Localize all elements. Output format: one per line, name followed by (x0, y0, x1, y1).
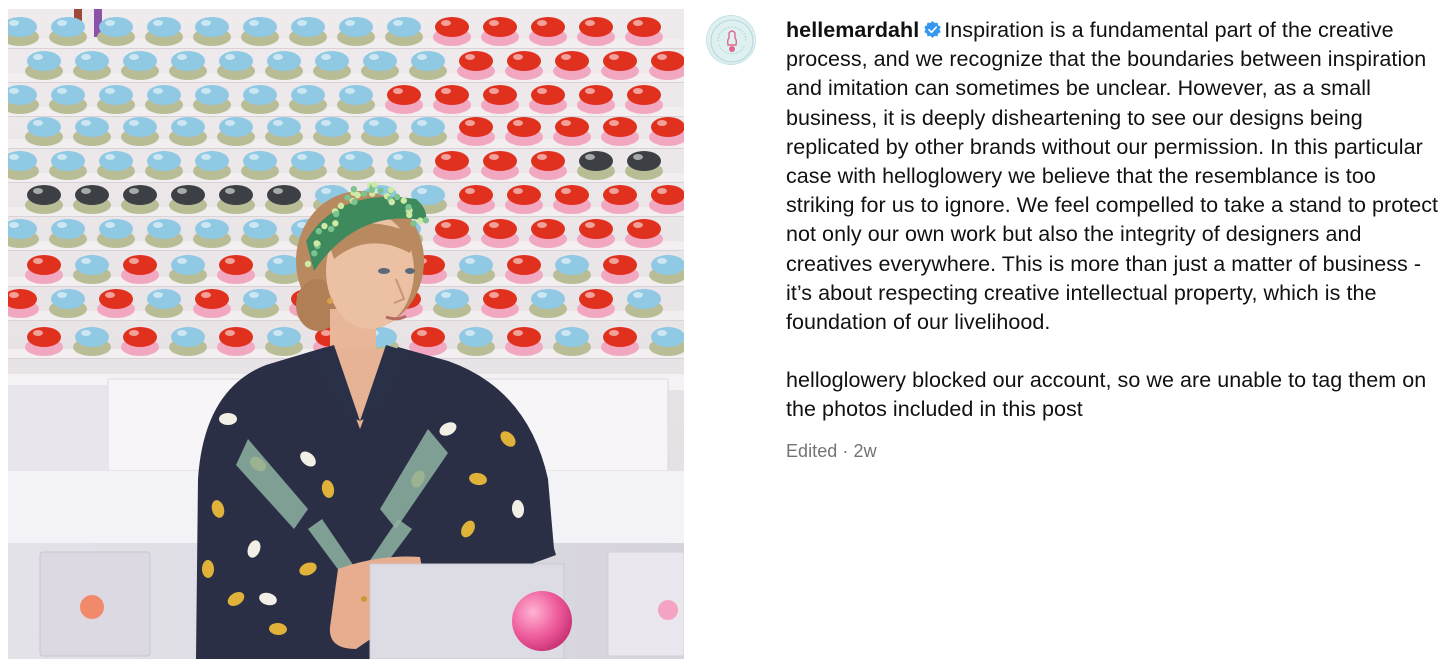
verified-badge-icon (924, 20, 941, 38)
caption-text: Inspiration is a fundamental part of the… (786, 18, 1439, 335)
post-age-link[interactable]: 2w (854, 441, 877, 461)
brand-logo-avatar-icon (710, 19, 754, 63)
edited-label: Edited (786, 440, 838, 461)
post-image (8, 9, 684, 659)
profile-avatar[interactable] (706, 15, 756, 65)
meta-separator: · (842, 440, 849, 461)
caption-paragraph-1: hellemardahl Inspiration is a fundamental… (786, 16, 1446, 337)
author-username-link[interactable]: hellemardahl (786, 18, 919, 42)
caption-paragraph-2: helloglowery blocked our account, so we … (786, 368, 1427, 422)
post-photo[interactable] (8, 9, 684, 659)
post-caption: hellemardahl Inspiration is a fundamental… (786, 16, 1446, 462)
post-meta: Edited · 2w (786, 440, 1446, 462)
